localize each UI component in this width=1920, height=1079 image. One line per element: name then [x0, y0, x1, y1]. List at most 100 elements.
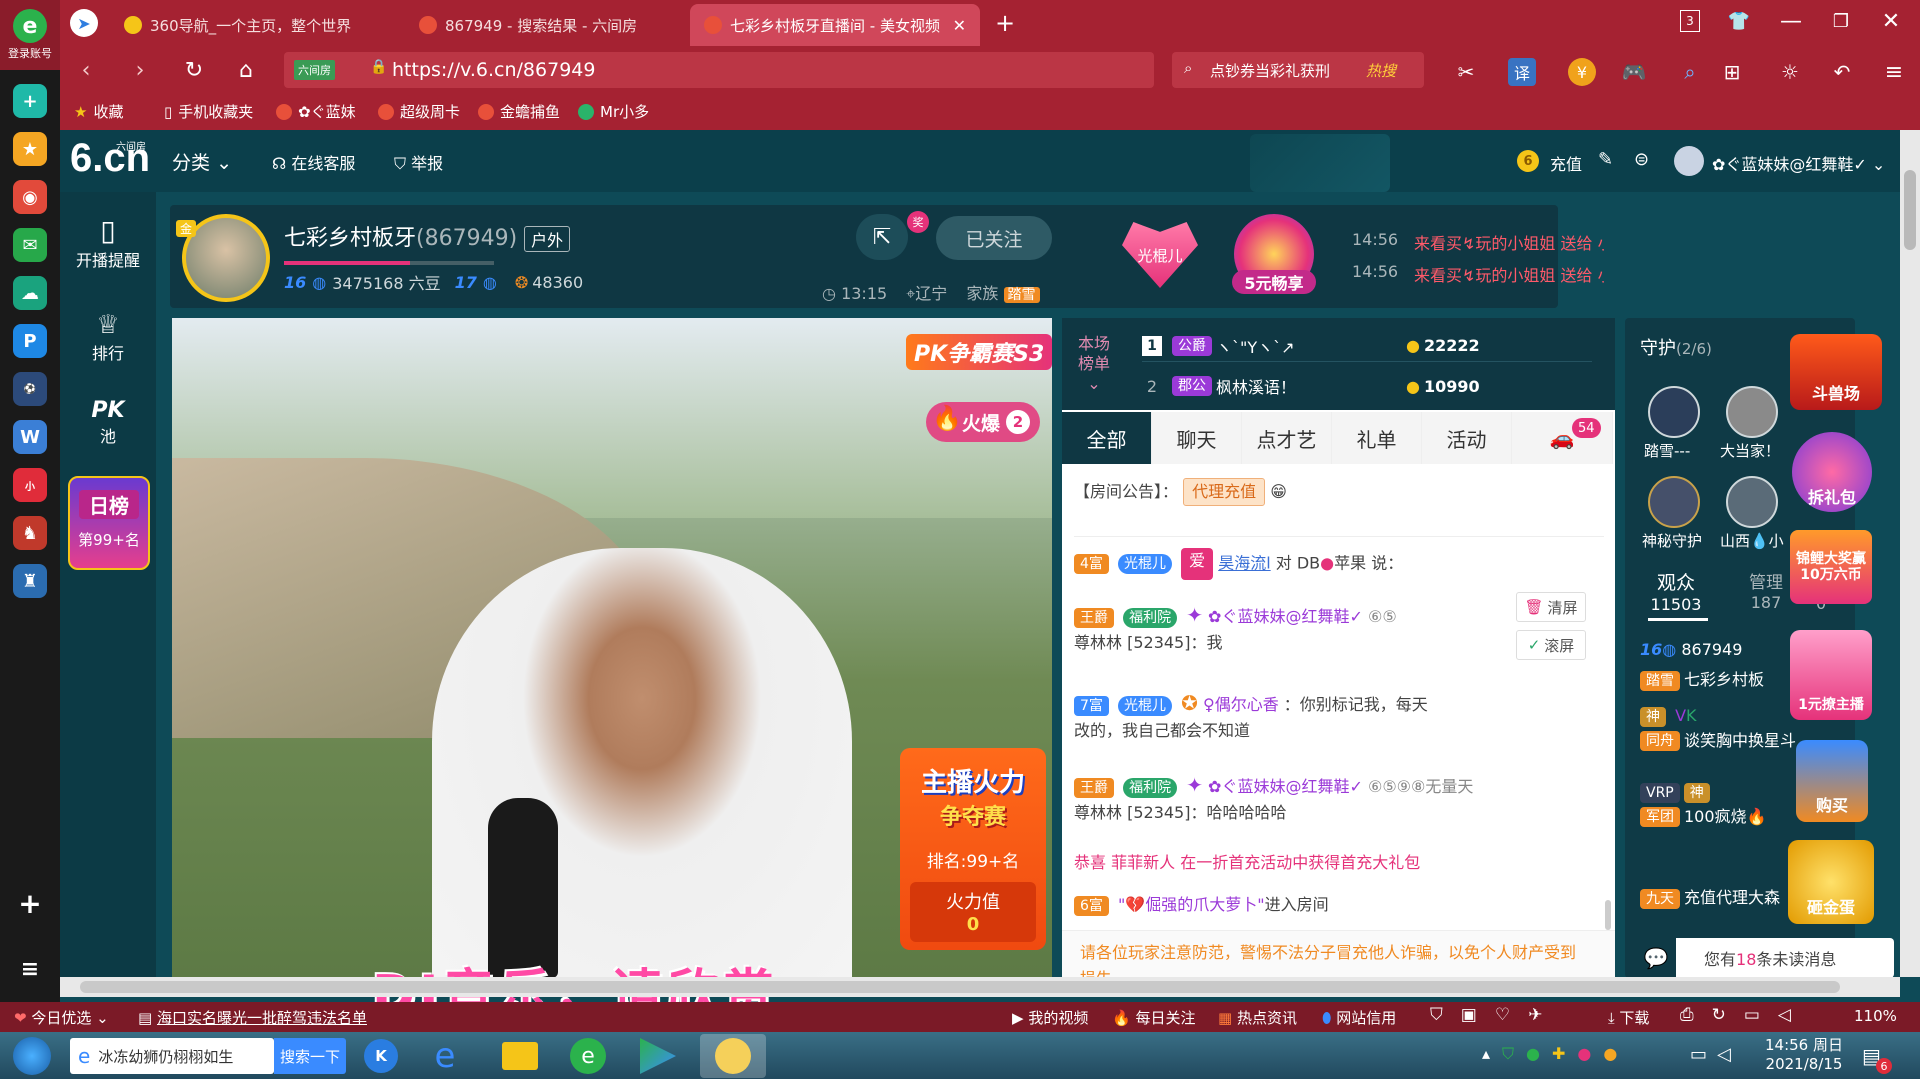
family-tag[interactable]: 踏雪 [1003, 287, 1040, 303]
vertical-scrollbar[interactable] [1900, 130, 1920, 977]
fire-hot-badge[interactable]: 🔥 火爆 2 [926, 402, 1041, 442]
category-tag[interactable]: 户外 [524, 226, 571, 252]
audience-item[interactable]: 神 VK 同舟 谈笑胸中换星斗 [1640, 706, 1796, 751]
bookmark-weekcard[interactable]: 超级周卡 [378, 101, 460, 122]
start-button[interactable] [8, 1034, 56, 1078]
status-site-credit[interactable]: ⬮ 网站信用 [1322, 1007, 1396, 1028]
add-sidebar-icon[interactable]: + [13, 886, 47, 920]
follow-button[interactable]: 已关注 [936, 216, 1052, 260]
taskbar-active-app[interactable] [700, 1034, 766, 1078]
game2-app-icon[interactable]: ♜ [13, 564, 47, 598]
tab-live-room[interactable]: 七彩乡村板牙直播间 - 美女视频 ✕ [690, 4, 980, 46]
guard-avatar[interactable] [1648, 476, 1700, 528]
taskbar-search[interactable]: e 冰冻幼狮仍栩栩如生 [70, 1038, 274, 1074]
edit-icon[interactable]: ✎ [1598, 149, 1613, 170]
promo-arena[interactable]: 斗兽场 [1790, 334, 1882, 410]
login-account[interactable]: e 登录账号 [0, 0, 60, 70]
status-tools-2[interactable]: ⎙↻▭◁ [1680, 1005, 1809, 1025]
ranking-label[interactable]: 本场 榜单 ⌄ [1078, 334, 1110, 394]
download-button[interactable]: ⤓ 下载 [1608, 1007, 1649, 1028]
shop-app-icon[interactable]: 小 [13, 468, 47, 502]
bookmark-lanmei[interactable]: ✿ぐ蓝妹 [276, 101, 356, 122]
taskbar-explorer[interactable] [492, 1034, 548, 1078]
horizontal-scrollbar[interactable] [60, 977, 1900, 997]
guard-avatar[interactable] [1726, 476, 1778, 528]
promo-1yuan[interactable]: 1元撩主播 [1790, 630, 1872, 720]
daily-rank-card[interactable]: 日榜 第99+名 [68, 476, 150, 570]
chat-user[interactable]: "💔倔强的爪大萝卜" [1118, 895, 1265, 914]
taskbar-kugou[interactable]: K [356, 1034, 406, 1078]
coin-icon[interactable]: ¥ [1568, 58, 1596, 86]
guard-name[interactable]: 山西💧小 [1720, 530, 1784, 551]
grid-apps-icon[interactable]: ⊞ [1718, 58, 1746, 86]
taskbar-clock[interactable]: 14:56 周日 2021/8/15 [1760, 1036, 1848, 1074]
chat-user[interactable]: ♀偶尔心香 [1203, 695, 1279, 714]
status-my-videos[interactable]: ▶ 我的视频 [1012, 1007, 1088, 1028]
scroll-thumb[interactable] [80, 981, 1840, 993]
tab-count-badge[interactable]: 3 [1680, 10, 1700, 32]
announce-tag[interactable]: 代理充值 [1183, 478, 1266, 506]
promo-buy[interactable]: 购买 [1796, 740, 1868, 822]
promo-golden-egg[interactable]: 砸金蛋 [1788, 840, 1874, 924]
cloud-icon[interactable]: ☁ [13, 276, 47, 310]
sidebar-menu-icon[interactable]: ≡ [13, 952, 47, 986]
guard-name[interactable]: 神秘守护 [1642, 530, 1702, 551]
p-app-icon[interactable]: P [13, 324, 47, 358]
tab-all[interactable]: 全部 [1062, 412, 1152, 464]
ranking-row[interactable]: 2 郡公 枫林溪语！ ● 10990 [1142, 370, 1592, 402]
system-tray[interactable]: ▴⛉●✚●● [1482, 1044, 1629, 1064]
user-name[interactable]: ✿ぐ蓝妹妹@红舞鞋✓ ⌄ [1712, 151, 1885, 175]
mail-icon[interactable]: ✉ [13, 228, 47, 262]
user-avatar[interactable] [1674, 146, 1704, 176]
audience-item[interactable]: 踏雪 七彩乡村板 [1640, 666, 1764, 691]
health-app-icon[interactable]: + [13, 84, 47, 118]
tab-chat[interactable]: 聊天 [1152, 412, 1242, 464]
tab-360-nav[interactable]: 360导航_一个主页，整个世界 [110, 4, 400, 46]
brightness-icon[interactable]: ☼ [1776, 58, 1804, 86]
minimize-icon[interactable]: — [1778, 8, 1804, 34]
home-icon[interactable]: ⌂ [232, 56, 260, 84]
url-input[interactable]: 六间房 🔒 https://v.6.cn/867949 [284, 52, 1154, 88]
forward-icon[interactable]: › [126, 56, 154, 84]
new-tab-button[interactable]: + [990, 8, 1020, 38]
guard-avatar[interactable] [1726, 386, 1778, 438]
scroll-screen-button[interactable]: ✓ 滚屏 [1516, 630, 1586, 660]
taskbar-360[interactable]: e [560, 1034, 616, 1078]
search-box[interactable]: ⌕ 点钞券当彩礼获刑 热搜 [1172, 52, 1424, 88]
unread-messages[interactable]: 💬 您有18条未读消息 [1636, 938, 1894, 978]
game-controller-icon[interactable]: 🎮 [1620, 58, 1648, 86]
cut-icon[interactable]: ✂ [1452, 58, 1480, 86]
clear-screen-button[interactable]: 🗑 清屏 [1516, 592, 1586, 622]
taskbar-search-button[interactable]: 搜索一下 [274, 1038, 346, 1074]
today-picks[interactable]: ❤ 今日优选 ⌄ [14, 1007, 109, 1028]
audience-item[interactable]: 16◍ 867949 [1640, 640, 1742, 659]
report-link[interactable]: ⛉ 举报 [394, 150, 443, 174]
taskbar-ie[interactable]: e [420, 1034, 470, 1078]
start-remind[interactable]: ▯ 开播提醒 [60, 214, 156, 271]
pk-contest-badge[interactable]: PK争霸赛S3 [906, 334, 1053, 370]
menu-icon[interactable]: ≡ [1880, 58, 1908, 86]
status-tools[interactable]: ⛉▣♡✈ [1430, 1005, 1560, 1025]
category-menu[interactable]: 分类 ⌄ [172, 148, 232, 175]
tab-gift-list[interactable]: 礼单 [1332, 412, 1422, 464]
site-logo[interactable]: 6.cn 六间房 [70, 136, 150, 186]
game-app-icon[interactable]: ♞ [13, 516, 47, 550]
scroll-thumb[interactable] [1904, 170, 1916, 250]
weibo-icon[interactable]: ◉ [13, 180, 47, 214]
bookmark-mrxiaoduo[interactable]: Mr小多 [578, 101, 649, 122]
translate-icon[interactable]: 译 [1508, 58, 1536, 86]
tray-sys[interactable]: ▭◁ [1690, 1044, 1741, 1065]
tab-activity[interactable]: 活动 [1422, 412, 1512, 464]
reload-icon[interactable]: ↻ [180, 56, 208, 84]
ranking-row[interactable]: 1 公爵 ヽ`"Yヽ`↗ ● 22222 [1142, 330, 1592, 362]
news-link[interactable]: ▤ 海口实名曝光一批醉驾违法名单 [138, 1007, 367, 1028]
tab-search-results[interactable]: 867949 - 搜索结果 - 六间房 [405, 4, 685, 46]
recharge-link[interactable]: 充值 [1550, 151, 1582, 175]
status-daily[interactable]: 🔥 每日关注 [1112, 1007, 1195, 1028]
audience-item[interactable]: VRP 神 军团 100疯烧🔥 [1640, 782, 1766, 827]
bookmark-mobile[interactable]: ▯ 手机收藏夹 [164, 101, 253, 122]
chat-user[interactable]: ✿ぐ蓝妹妹@红舞鞋✓ [1208, 607, 1363, 626]
guard-name[interactable]: 大当家！ [1720, 440, 1780, 461]
promo-lucky-prize[interactable]: 锦鲤大奖赢10万六币 [1790, 530, 1872, 604]
undo-icon[interactable]: ↶ [1828, 58, 1856, 86]
